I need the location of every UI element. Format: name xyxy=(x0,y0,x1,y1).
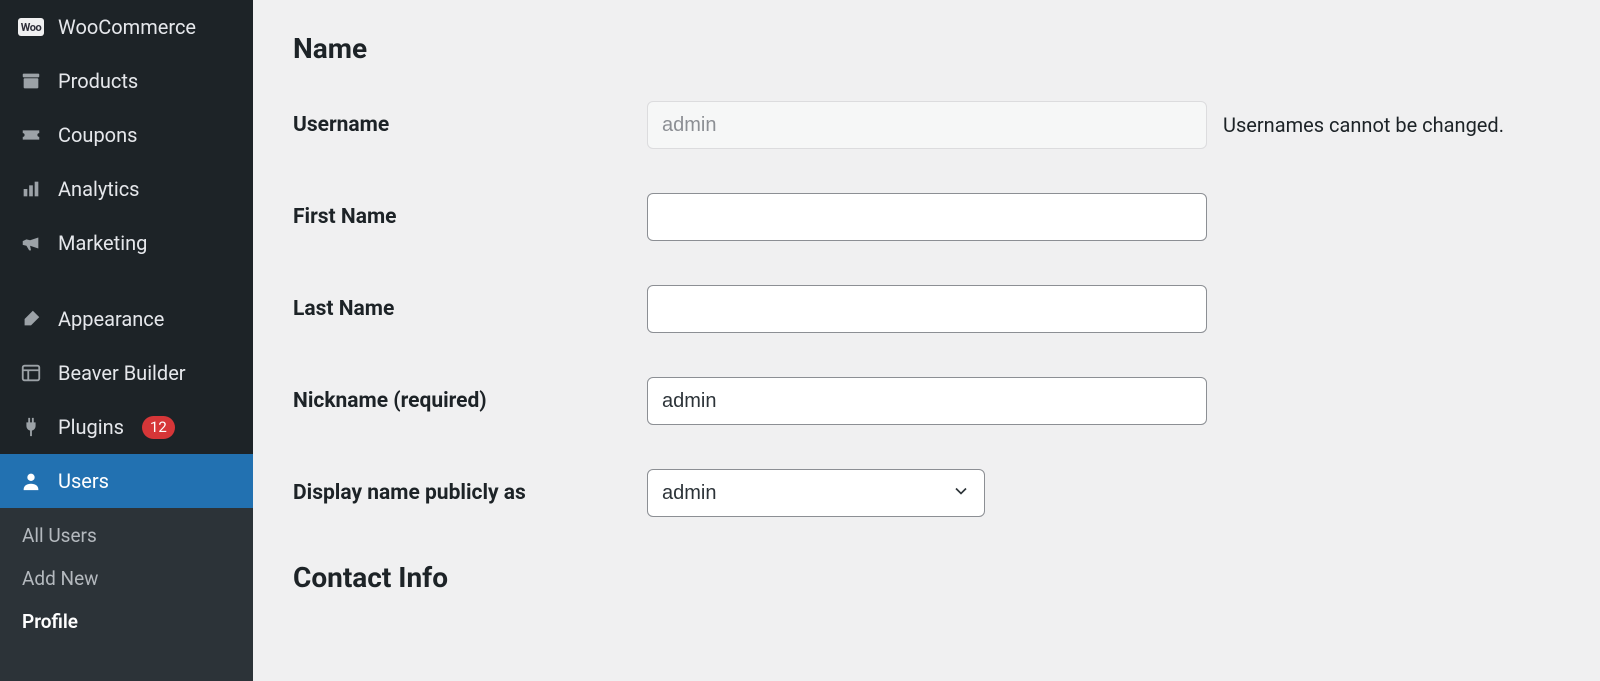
label-username: Username xyxy=(293,113,647,137)
sidebar-item-label: Users xyxy=(58,469,109,493)
section-heading-contact: Contact Info xyxy=(293,561,1560,594)
sidebar-item-plugins[interactable]: Plugins 12 xyxy=(0,400,253,454)
ticket-icon xyxy=(18,122,44,148)
username-hint: Usernames cannot be changed. xyxy=(1223,113,1504,137)
first-name-input[interactable] xyxy=(647,193,1207,241)
sidebar-item-label: WooCommerce xyxy=(58,15,196,39)
sidebar-item-label: Appearance xyxy=(58,307,164,331)
sidebar-item-analytics[interactable]: Analytics xyxy=(0,162,253,216)
subnav-add-new[interactable]: Add New xyxy=(0,557,253,600)
row-username: Username Usernames cannot be changed. xyxy=(293,101,1560,149)
row-first-name: First Name xyxy=(293,193,1560,241)
label-nickname: Nickname (required) xyxy=(293,389,647,413)
sidebar-item-label: Products xyxy=(58,69,138,93)
sidebar-item-marketing[interactable]: Marketing xyxy=(0,216,253,270)
woocommerce-icon: Woo xyxy=(18,14,44,40)
admin-sidebar: Woo WooCommerce Products Coupons Analyti… xyxy=(0,0,253,681)
sidebar-item-users[interactable]: Users xyxy=(0,454,253,508)
sidebar-item-label: Marketing xyxy=(58,231,147,255)
sidebar-item-products[interactable]: Products xyxy=(0,54,253,108)
display-name-select[interactable]: admin xyxy=(647,469,985,517)
subnav-all-users[interactable]: All Users xyxy=(0,514,253,557)
nickname-input[interactable] xyxy=(647,377,1207,425)
last-name-input[interactable] xyxy=(647,285,1207,333)
sidebar-item-label: Plugins xyxy=(58,415,124,439)
sidebar-item-label: Coupons xyxy=(58,123,137,147)
plug-icon xyxy=(18,414,44,440)
archive-icon xyxy=(18,68,44,94)
paintbrush-icon xyxy=(18,306,44,332)
sidebar-item-coupons[interactable]: Coupons xyxy=(0,108,253,162)
megaphone-icon xyxy=(18,230,44,256)
bar-chart-icon xyxy=(18,176,44,202)
row-nickname: Nickname (required) xyxy=(293,377,1560,425)
layout-icon xyxy=(18,360,44,386)
label-first-name: First Name xyxy=(293,205,647,229)
sidebar-item-woocommerce[interactable]: Woo WooCommerce xyxy=(0,0,253,54)
label-display-name: Display name publicly as xyxy=(293,481,647,505)
sidebar-item-beaver-builder[interactable]: Beaver Builder xyxy=(0,346,253,400)
row-last-name: Last Name xyxy=(293,285,1560,333)
update-count-badge: 12 xyxy=(142,416,175,439)
username-input xyxy=(647,101,1207,149)
row-display-name: Display name publicly as admin xyxy=(293,469,1560,517)
section-heading-name: Name xyxy=(293,32,1560,65)
sidebar-item-appearance[interactable]: Appearance xyxy=(0,292,253,346)
subnav-profile[interactable]: Profile xyxy=(0,600,253,643)
label-last-name: Last Name xyxy=(293,297,647,321)
user-icon xyxy=(18,468,44,494)
profile-form: Name Username Usernames cannot be change… xyxy=(253,0,1600,681)
sidebar-item-label: Analytics xyxy=(58,177,140,201)
sidebar-item-label: Beaver Builder xyxy=(58,361,186,385)
users-subnav: All Users Add New Profile xyxy=(0,508,253,681)
